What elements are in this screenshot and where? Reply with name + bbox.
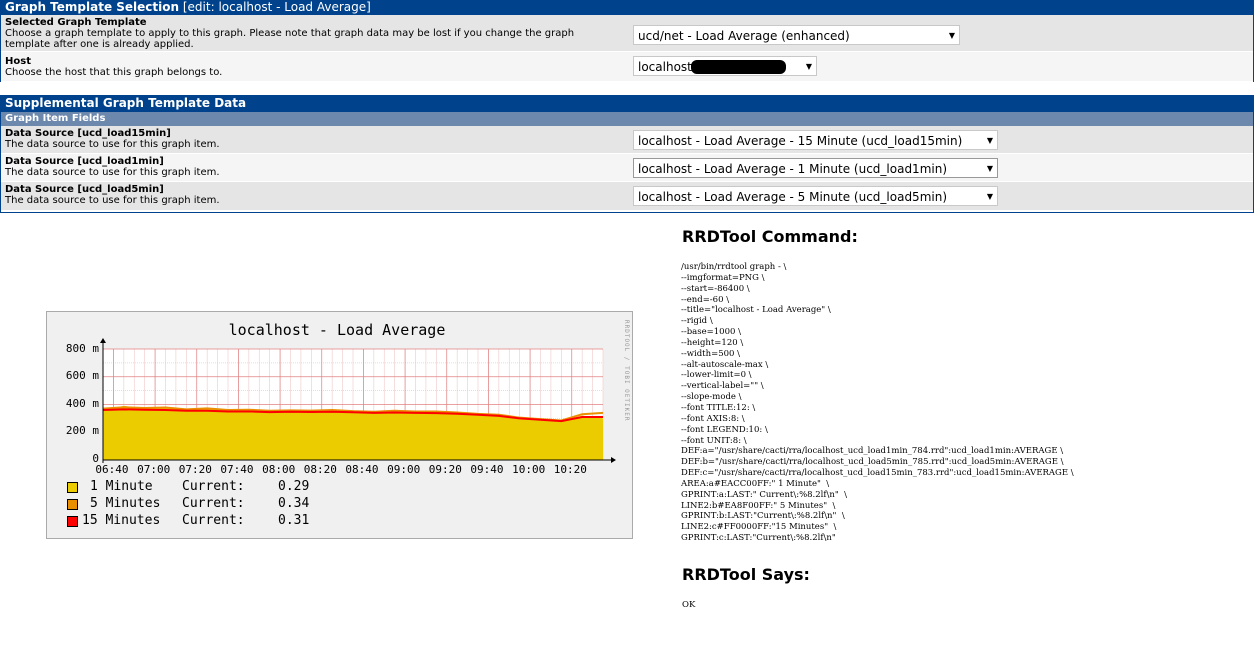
- field-description: The data source to use for this graph it…: [5, 195, 220, 206]
- rrd-command-line: /usr/bin/rrdtool graph - \: [681, 262, 787, 272]
- field-label: Data Source [ucd_load15min]: [5, 128, 171, 139]
- form-row-host: Host Choose the host that this graph bel…: [1, 52, 1253, 82]
- graph-template-select[interactable]: ucd/net - Load Average (enhanced) ▼: [633, 25, 960, 45]
- ds-load5-select[interactable]: localhost - Load Average - 5 Minute (ucd…: [633, 186, 998, 206]
- load-average-graph: localhost - Load Average RRDTOOL / TOBI …: [46, 311, 633, 539]
- chevron-down-icon: ▼: [986, 136, 993, 145]
- graph-template-panel: Graph Template Selection [edit: localhos…: [0, 0, 1254, 82]
- x-tick-label: 09:00: [387, 463, 421, 476]
- x-tick-label: 09:20: [428, 463, 462, 476]
- x-tick-label: 07:00: [137, 463, 171, 476]
- panel-title: Supplemental Graph Template Data: [5, 96, 247, 110]
- field-label: Selected Graph Template: [5, 17, 147, 28]
- rrd-command-line: --imgformat=PNG \: [681, 272, 765, 283]
- rrd-command-line: DEF:a="/usr/share/cacti/rra/localhost_uc…: [681, 446, 1064, 457]
- legend-entry: 1 Minute: [90, 479, 153, 494]
- x-tick-label: 08:20: [303, 463, 337, 476]
- panel-title: Graph Template Selection: [5, 0, 180, 14]
- rrd-command-line: --font TITLE:12: \: [681, 402, 756, 413]
- rrd-says-title: RRDTool Says:: [682, 565, 810, 584]
- rrd-command-line: --font LEGEND:10: \: [681, 424, 768, 435]
- field-label: Data Source [ucd_load1min]: [5, 156, 164, 167]
- legend-entry: 15 Minutes: [82, 513, 161, 528]
- rrd-command-line: DEF:b="/usr/share/cacti/rra/localhost_uc…: [681, 457, 1064, 468]
- form-row-ds-load5: Data Source [ucd_load5min] The data sour…: [1, 182, 1253, 211]
- legend-current-label: Current:: [182, 513, 245, 528]
- redaction-mark: [691, 60, 786, 74]
- legend-current-value: 0.29: [278, 479, 310, 494]
- rrd-command-line: --width=500 \: [681, 348, 740, 359]
- rrd-command-line: --font AXIS:8: \: [681, 413, 745, 424]
- rrd-command-line: DEF:c="/usr/share/cacti/rra/localhost_uc…: [681, 468, 1074, 479]
- field-label: Host: [5, 56, 31, 67]
- form-row-ds-load15: Data Source [ucd_load15min] The data sou…: [1, 126, 1253, 154]
- rrd-command-line: AREA:a#EACC00FF:" 1 Minute" \: [681, 478, 830, 489]
- form-row-ds-load1: Data Source [ucd_load1min] The data sour…: [1, 154, 1253, 182]
- x-tick-label: 06:40: [95, 463, 129, 476]
- legend-current-label: Current:: [182, 496, 245, 511]
- panel-header: Graph Template Selection [edit: localhos…: [1, 0, 1253, 15]
- chevron-down-icon: ▼: [805, 62, 812, 71]
- rrd-command-line: --height=120 \: [681, 337, 744, 348]
- ds-load1-select[interactable]: localhost - Load Average - 1 Minute (ucd…: [633, 158, 998, 178]
- x-tick-label: 07:20: [178, 463, 212, 476]
- x-tick-label: 08:40: [345, 463, 379, 476]
- rrd-command-line: --slope-mode \: [681, 392, 742, 403]
- legend-current-label: Current:: [182, 479, 245, 494]
- x-tick-label: 10:00: [512, 463, 546, 476]
- rrd-command-line: GPRINT:b:LAST:"Current\:%8.2lf\n" \: [681, 511, 845, 522]
- rrd-says-output: OK: [682, 600, 696, 610]
- rrd-command-line: --title="localhost - Load Average" \: [681, 305, 831, 316]
- section-header: Graph Item Fields: [1, 112, 1253, 126]
- ds-load15-select[interactable]: localhost - Load Average - 15 Minute (uc…: [633, 130, 998, 150]
- rrd-command-line: GPRINT:c:LAST:"Current\:%8.2lf\n": [681, 533, 836, 544]
- field-description: Choose a graph template to apply to this…: [5, 28, 575, 50]
- panel-title-sub: [edit: localhost - Load Average]: [179, 0, 371, 14]
- x-tick-label: 10:20: [553, 463, 587, 476]
- form-row-graph-template: Selected Graph Template Choose a graph t…: [1, 15, 1253, 52]
- rrd-command-line: GPRINT:a:LAST:" Current\:%8.2lf\n" \: [681, 489, 848, 500]
- rrd-command-line: LINE2:c#FF0000FF:"15 Minutes" \: [681, 522, 837, 533]
- field-description: Choose the host that this graph belongs …: [5, 67, 223, 78]
- rrd-command-line: --alt-autoscale-max \: [681, 359, 769, 370]
- chevron-down-icon: ▼: [948, 31, 955, 40]
- chevron-down-icon: ▼: [986, 192, 993, 201]
- y-axis-arrow-icon: [100, 338, 106, 343]
- rrd-command-line: --end=-60 \: [681, 294, 730, 305]
- rrd-command-line: --lower-limit=0 \: [681, 370, 752, 381]
- legend-swatch: [67, 499, 78, 510]
- rrd-command-line: --start=-86400 \: [681, 283, 750, 294]
- legend-swatch: [67, 482, 78, 493]
- rrd-command-line: --rigid \: [681, 316, 713, 327]
- rrd-command-text: /usr/bin/rrdtool graph - \ --imgformat=PN…: [681, 262, 1074, 544]
- legend-entry: 5 Minutes: [90, 496, 161, 511]
- rrd-command-line: --vertical-label="" \: [681, 381, 764, 392]
- panel-header: Supplemental Graph Template Data: [1, 95, 1253, 112]
- chevron-down-icon: ▼: [986, 164, 993, 173]
- legend-current-value: 0.34: [278, 496, 310, 511]
- supplemental-data-panel: Supplemental Graph Template Data Graph I…: [0, 95, 1254, 213]
- field-label: Data Source [ucd_load5min]: [5, 184, 164, 195]
- rrd-command-line: --base=1000 \: [681, 327, 741, 338]
- legend-current-value: 0.31: [278, 513, 310, 528]
- host-select[interactable]: localhost ▼: [633, 56, 817, 76]
- x-axis-arrow-icon: [611, 457, 616, 463]
- legend-swatch: [67, 516, 78, 527]
- x-tick-label: 08:00: [262, 463, 296, 476]
- rrd-command-line: LINE2:b#EA8F00FF:" 5 Minutes" \: [681, 500, 836, 511]
- rrd-command-line: --font UNIT:8: \: [681, 435, 747, 446]
- x-tick-label: 09:40: [470, 463, 504, 476]
- rrd-command-title: RRDTool Command:: [682, 227, 858, 246]
- field-description: The data source to use for this graph it…: [5, 139, 220, 150]
- field-description: The data source to use for this graph it…: [5, 167, 220, 178]
- x-tick-label: 07:40: [220, 463, 254, 476]
